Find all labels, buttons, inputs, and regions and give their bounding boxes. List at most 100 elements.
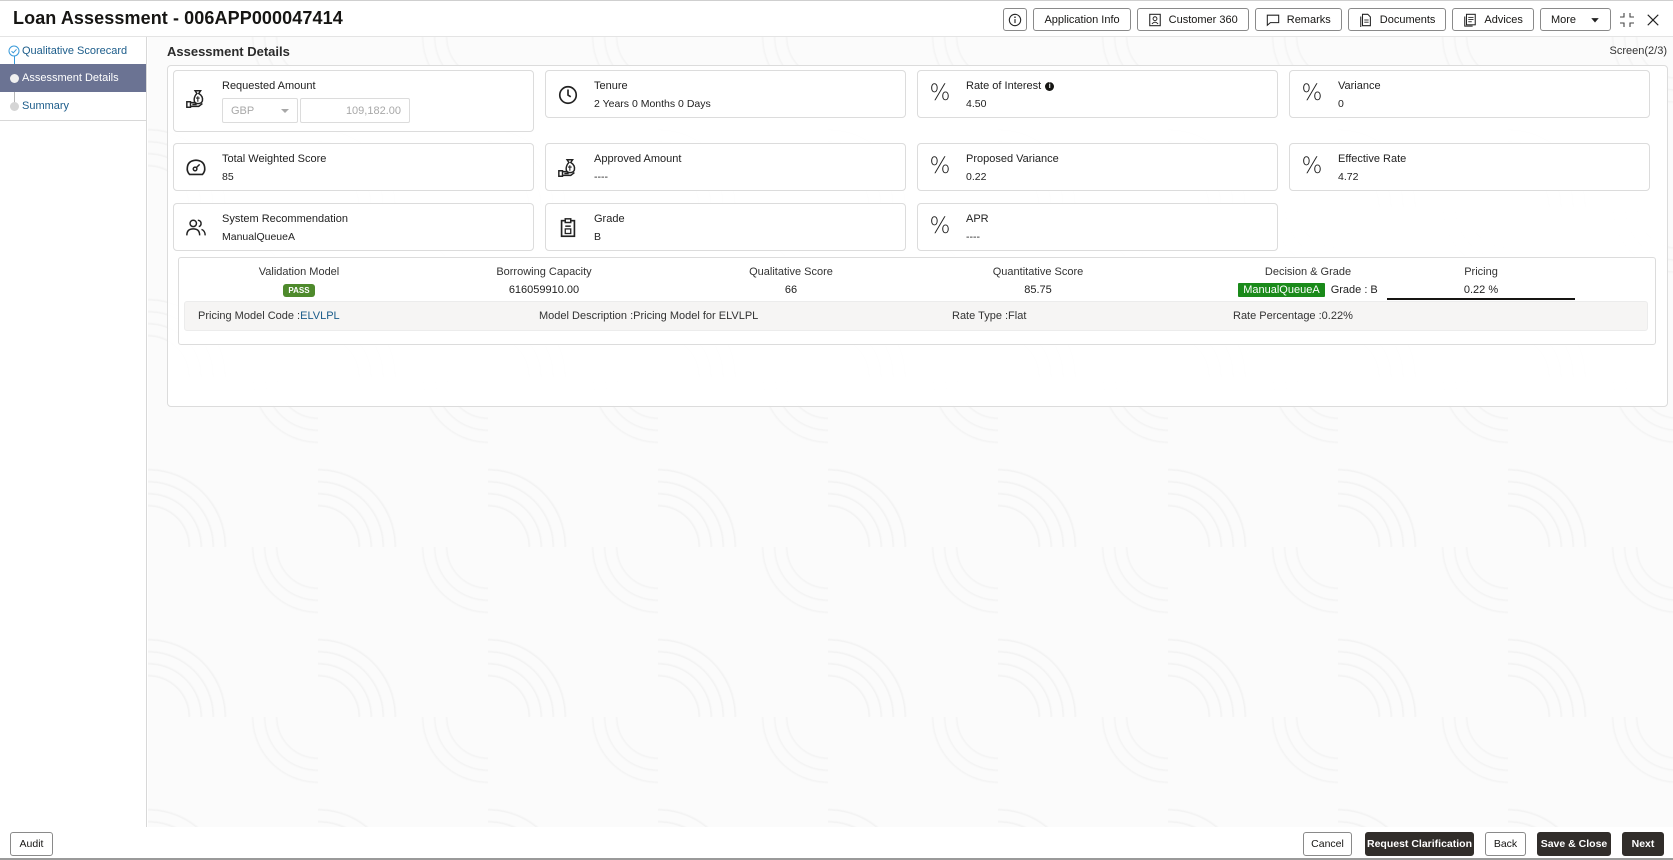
tenure-value: 2 Years 0 Months 0 Days [594,98,711,110]
gauge-icon [184,156,208,180]
section-title: Assessment Details [167,44,290,59]
tenure-label: Tenure [594,80,628,92]
validation-model-label: Validation Model [258,266,340,278]
pricing-label: Pricing [1464,266,1498,278]
borrowing-capacity-metric[interactable]: Borrowing Capacity 616059910.00 [424,266,664,297]
page-title: Loan Assessment - 006APP000047414 [13,8,343,28]
total-weighted-score-card: Total Weighted Score 85 [173,143,534,191]
apr-value: ---- [966,231,980,243]
quantitative-score-value: 85.75 [1024,284,1052,296]
currency-value: GBP [231,104,255,117]
effective-rate-label: Effective Rate [1338,153,1407,165]
collapse-icon [1620,12,1634,27]
proposed-variance-label: Proposed Variance [966,153,1059,165]
step-navigation: Qualitative Scorecard Assessment Details… [0,37,147,827]
info-button[interactable] [1003,8,1028,31]
model-description: Model Description :Pricing Model for ELV… [539,310,759,322]
assessment-panel: Requested Amount GBP Tenure 2 Years 0 Mo… [167,65,1668,407]
rate-of-interest-card: % Rate of Interest i 4.50 [917,70,1278,118]
effective-rate-value: 4.72 [1338,171,1359,183]
save-close-button[interactable]: Save & Close [1537,832,1611,856]
qualitative-score-metric[interactable]: Qualitative Score 66 [671,266,911,297]
variance-label: Variance [1338,80,1381,92]
pricing-metric[interactable]: Pricing 0.22 % [1361,266,1601,297]
apr-card: % APR ---- [917,203,1278,251]
sidebar-item-summary[interactable]: Summary [0,92,146,120]
pending-step-dot-icon [10,101,19,111]
pricing-model-code: Pricing Model Code :ELVLPL [198,310,340,322]
back-button[interactable]: Back [1485,832,1526,856]
clock-icon [556,83,580,107]
close-icon [1647,13,1659,26]
approved-amount-value: ---- [594,171,608,183]
percent-icon: % [1301,153,1323,179]
percent-icon: % [929,80,951,106]
remarks-button[interactable]: Remarks [1254,8,1342,31]
rate-type: Rate Type :Flat [952,310,1027,322]
audit-button[interactable]: Audit [10,832,53,856]
active-step-dot-icon [10,73,19,83]
step-list: Qualitative Scorecard Assessment Details… [0,37,146,121]
check-circle-icon [8,45,20,56]
percent-icon: % [1301,80,1323,106]
system-recommendation-card: System Recommendation ManualQueueA [173,203,534,251]
more-dropdown[interactable]: More [1539,8,1611,31]
screen-indicator: Screen(2/3) [1609,45,1667,57]
validation-model-metric[interactable]: Validation Model PASS [179,266,419,297]
pricing-active-indicator [1387,298,1575,300]
effective-rate-card: % Effective Rate 4.72 [1289,143,1650,191]
requested-amount-label: Requested Amount [222,80,316,92]
step-label: Summary [22,100,70,112]
next-button[interactable]: Next [1622,832,1664,856]
proposed-variance-value: 0.22 [966,171,987,183]
info-icon[interactable]: i [1045,82,1055,91]
system-recommendation-label: System Recommendation [222,213,348,225]
app-header: Loan Assessment - 006APP000047414 Applic… [0,0,1673,37]
request-clarification-button[interactable]: Request Clarification [1365,832,1474,856]
documents-button[interactable]: Documents [1347,8,1447,31]
tenure-card: Tenure 2 Years 0 Months 0 Days [545,70,906,118]
remarks-label: Remarks [1286,13,1331,26]
total-weighted-score-label: Total Weighted Score [222,153,327,165]
header-actions: Application Info Customer 360 Remarks Do… [1003,8,1663,31]
quantitative-score-metric[interactable]: Quantitative Score 85.75 [918,266,1158,297]
percent-icon: % [929,213,951,239]
close-button[interactable] [1643,10,1663,30]
requested-amount-card: Requested Amount GBP [173,70,534,132]
caret-down-icon [1591,17,1599,22]
users-icon [184,216,208,240]
documents-label: Documents [1379,13,1436,26]
customer-360-button[interactable]: Customer 360 [1136,8,1249,31]
qualitative-score-label: Qualitative Score [749,266,833,278]
total-weighted-score-value: 85 [222,171,234,183]
customer-360-label: Customer 360 [1168,13,1238,26]
pass-badge: PASS [283,283,315,297]
currency-select[interactable]: GBP [222,98,298,123]
clipboard-icon [556,216,580,240]
requested-amount-input[interactable] [300,98,410,123]
collapse-button[interactable] [1617,10,1637,30]
step-label: Qualitative Scorecard [22,44,128,57]
approved-amount-card: Approved Amount ---- [545,143,906,191]
caret-down-icon [281,109,289,113]
pricing-details-row: Pricing Model Code :ELVLPL Model Descrip… [184,301,1648,331]
application-info-button[interactable]: Application Info [1033,8,1131,31]
percent-icon: % [929,153,951,179]
info-icon [1009,13,1022,26]
sidebar-item-assessment-details[interactable]: Assessment Details [0,64,146,92]
document-icon [1359,13,1371,27]
cancel-button[interactable]: Cancel [1303,832,1352,856]
advices-label: Advices [1484,13,1523,26]
rate-of-interest-value: 4.50 [966,98,987,110]
sidebar-item-qualitative-scorecard[interactable]: Qualitative Scorecard [0,37,146,64]
variance-value: 0 [1338,98,1344,110]
borrowing-capacity-label: Borrowing Capacity [496,266,592,278]
pricing-value: 0.22 % [1463,284,1499,296]
advices-button[interactable]: Advices [1452,8,1534,31]
variance-card: % Variance 0 [1289,70,1650,118]
qualitative-score-value: 66 [784,284,798,296]
chat-bubble-icon [1266,14,1279,26]
system-recommendation-value: ManualQueueA [222,231,295,243]
grade-value: B [594,231,602,243]
pricing-model-code-link[interactable]: ELVLPL [300,310,340,322]
